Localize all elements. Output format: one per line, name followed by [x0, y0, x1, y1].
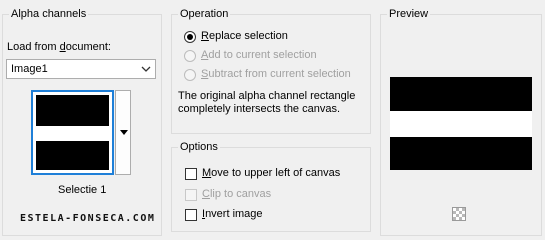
checkerboard-icon[interactable]	[452, 207, 466, 221]
thumbnail-image	[36, 95, 109, 170]
checkbox-clip-label[interactable]: Clip to canvas	[202, 188, 271, 200]
radio-subtract-label[interactable]: Subtract from current selection	[201, 68, 351, 80]
document-select-value: Image1	[11, 63, 48, 75]
chevron-down-icon	[141, 66, 151, 72]
checkbox-invert-label[interactable]: Invert image	[202, 208, 263, 220]
preview-selection-band	[390, 111, 532, 137]
alpha-channel-thumbnail[interactable]	[31, 90, 114, 175]
preview-image	[390, 77, 532, 170]
checkbox-move-label[interactable]: Move to upper left of canvas	[202, 167, 340, 179]
checkbox-move-indicator[interactable]	[185, 168, 197, 180]
load-from-document-label: Load from document:	[7, 41, 111, 53]
alpha-channels-title: Alpha channels	[9, 8, 89, 21]
preview-title: Preview	[387, 8, 431, 21]
radio-add-indicator[interactable]	[184, 50, 196, 62]
checkbox-invert-indicator[interactable]	[185, 209, 197, 221]
operation-description: The original alpha channel rectangle com…	[178, 90, 356, 115]
document-select[interactable]: Image1	[6, 59, 156, 79]
options-title: Options	[178, 141, 220, 154]
operation-title: Operation	[178, 8, 231, 21]
radio-subtract-indicator[interactable]	[184, 69, 196, 81]
checkbox-clip-indicator[interactable]	[185, 189, 197, 201]
thumbnail-selection-band	[36, 126, 109, 141]
radio-add-label[interactable]: Add to current selection	[201, 49, 317, 61]
dropdown-arrow-icon	[120, 130, 128, 135]
selected-channel-name: Selectie 1	[58, 184, 107, 196]
watermark-text: ESTELA-FONSECA.COM	[20, 213, 156, 224]
radio-replace-indicator[interactable]	[184, 31, 196, 43]
radio-replace-label[interactable]: Replace selection	[201, 30, 288, 42]
thumbnail-dropdown-button[interactable]	[115, 90, 131, 175]
